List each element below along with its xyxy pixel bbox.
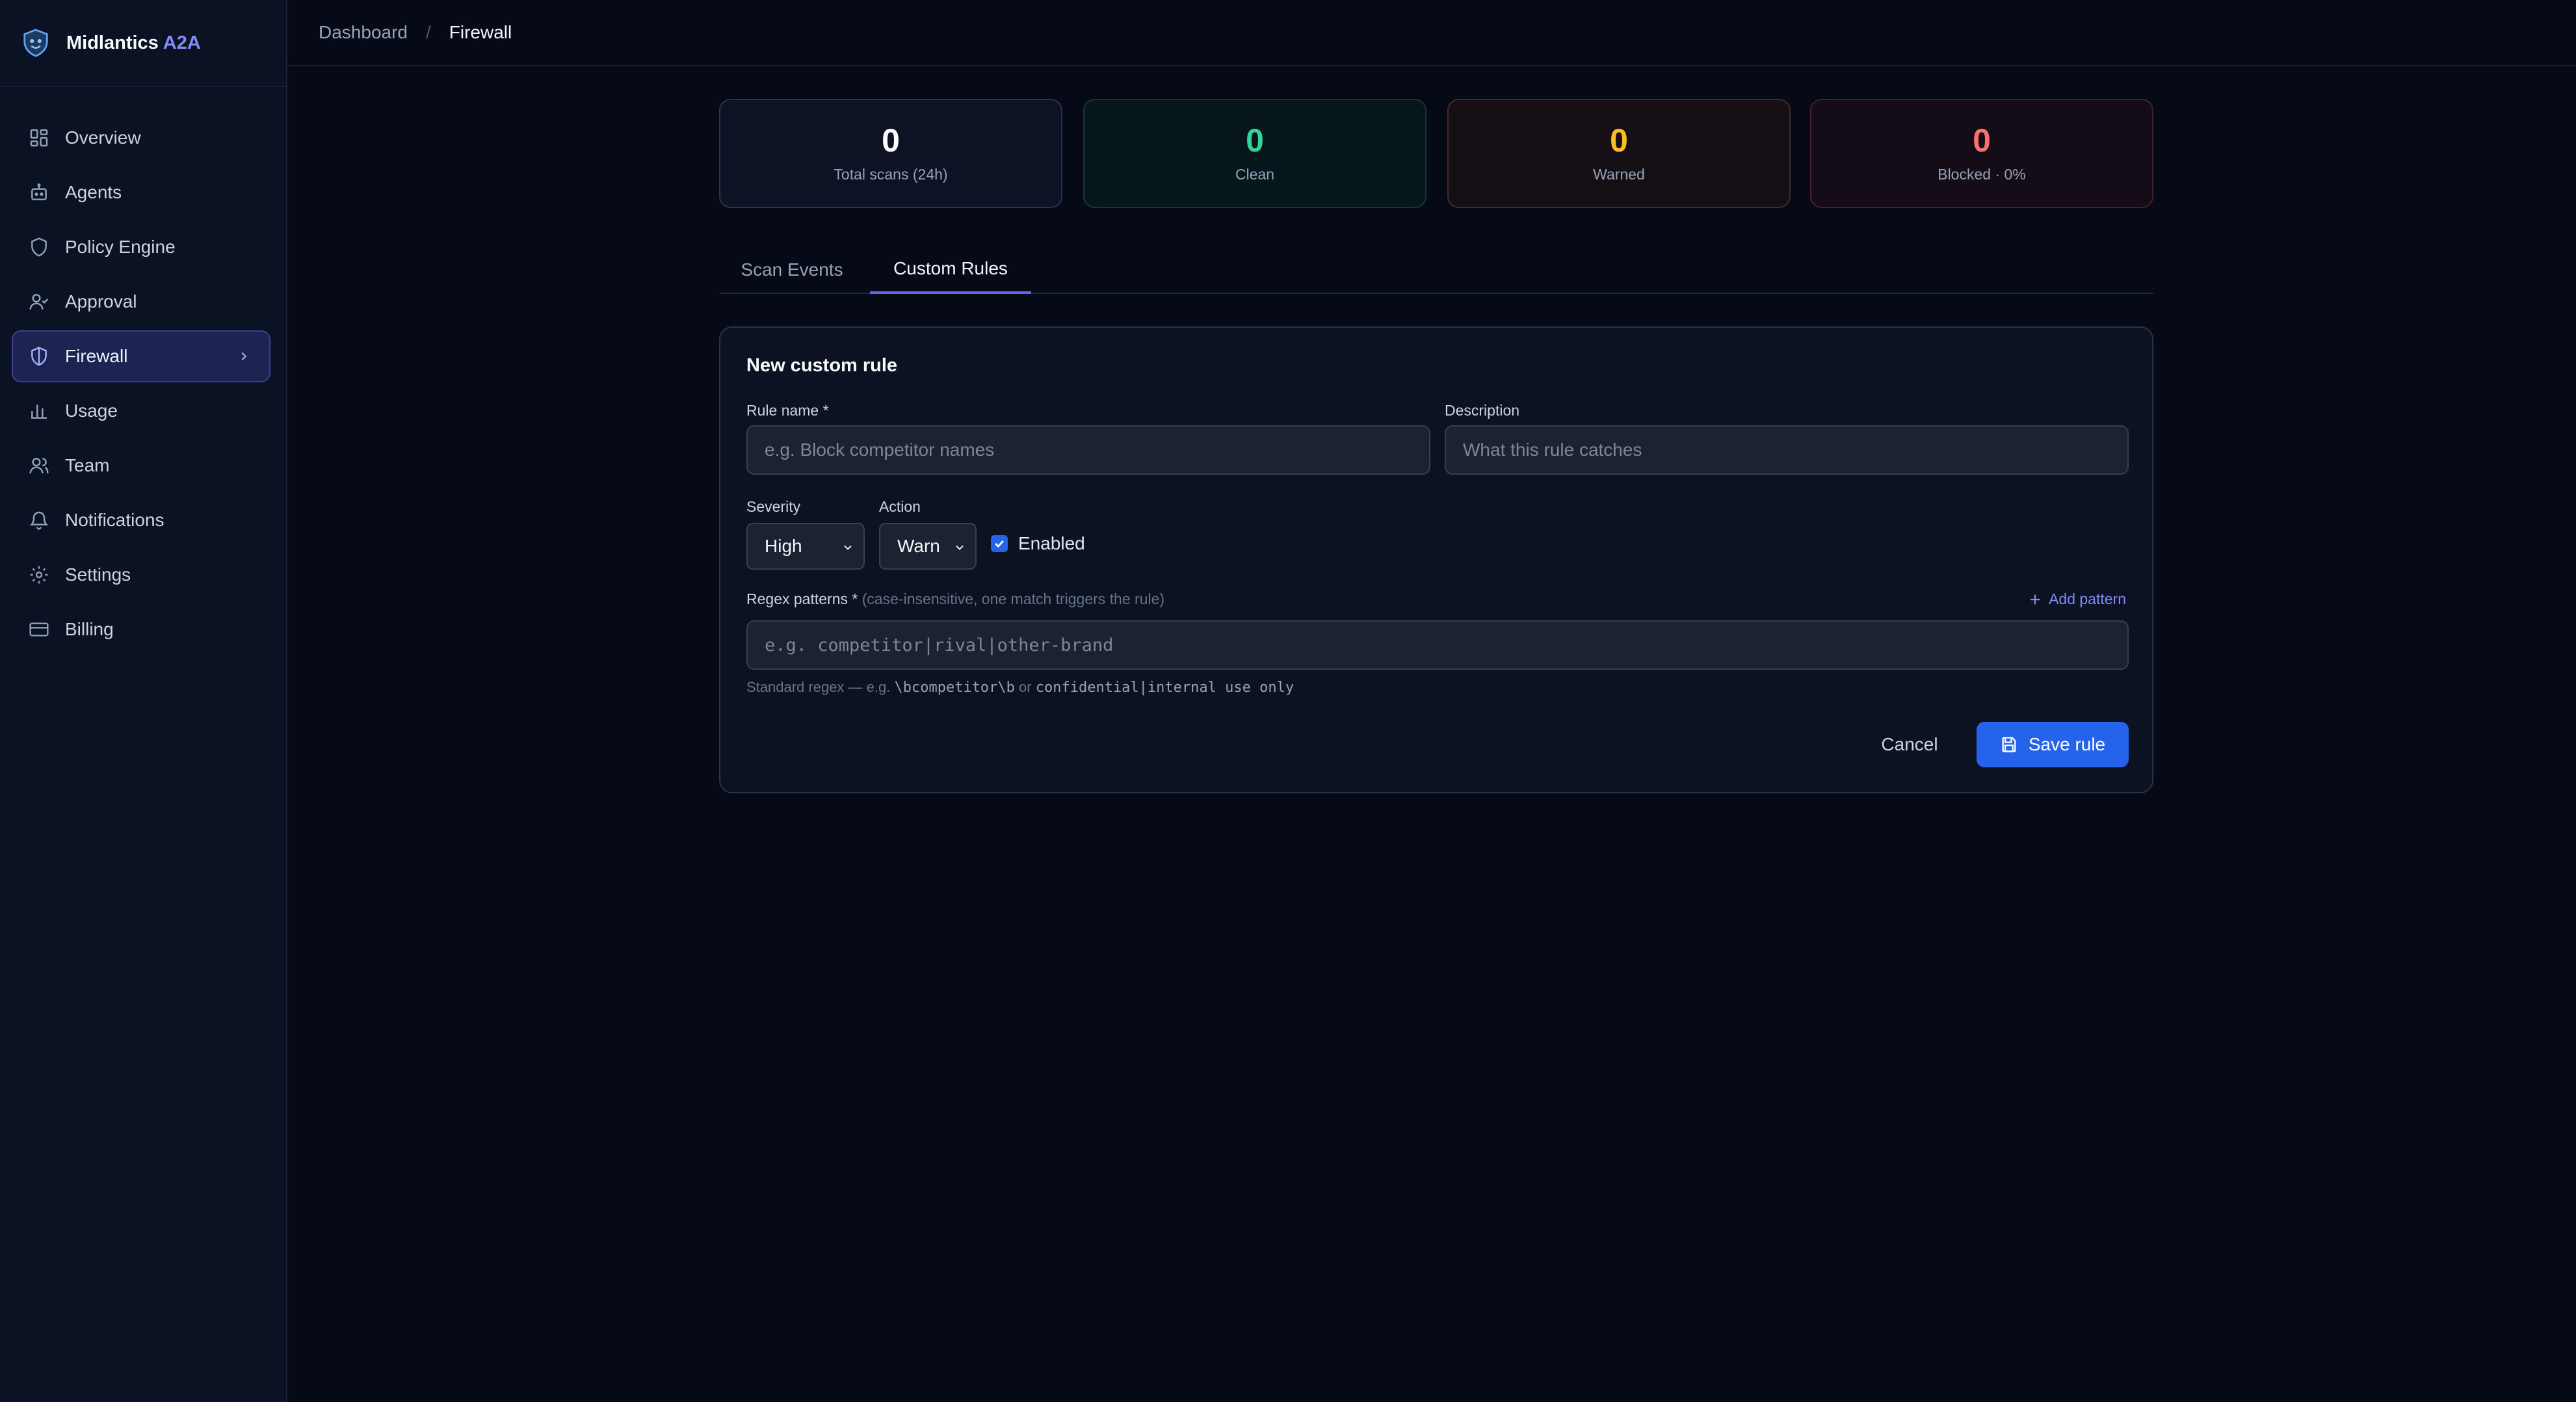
sidebar-item-settings[interactable]: Settings bbox=[12, 549, 270, 601]
sidebar-item-label: Usage bbox=[65, 401, 118, 421]
plus-icon bbox=[2030, 594, 2040, 604]
enabled-toggle[interactable]: Enabled bbox=[991, 533, 1085, 554]
sidebar-item-label: Billing bbox=[65, 619, 114, 639]
user-check-icon bbox=[29, 294, 49, 310]
stat-label: Blocked · 0% bbox=[1938, 165, 2026, 183]
stat-value: 0 bbox=[1610, 122, 1628, 159]
add-pattern-label: Add pattern bbox=[2049, 590, 2126, 607]
sidebar-item-usage[interactable]: Usage bbox=[12, 385, 270, 437]
new-custom-rule-card: New custom rule Rule name * Description … bbox=[719, 326, 2153, 793]
regex-patterns-label: Regex patterns * (case-insensitive, one … bbox=[746, 590, 1165, 607]
shield-face-icon bbox=[23, 29, 48, 57]
sidebar-item-policy-engine[interactable]: Policy Engine bbox=[12, 221, 270, 273]
severity-value: High bbox=[765, 536, 802, 556]
firewall-tabs: Scan Events Custom Rules bbox=[719, 246, 2153, 294]
severity-select[interactable]: High bbox=[746, 523, 865, 570]
severity-label: Severity bbox=[746, 498, 801, 515]
checkmark-icon bbox=[995, 540, 1004, 548]
shield-half-icon bbox=[31, 347, 47, 366]
sidebar-item-label: Approval bbox=[65, 291, 137, 311]
card-title: New custom rule bbox=[746, 355, 898, 376]
sidebar-item-label: Firewall bbox=[65, 346, 128, 366]
rule-name-input[interactable] bbox=[746, 425, 1430, 475]
brand-name: Midlantics A2A bbox=[66, 32, 201, 53]
stat-label: Clean bbox=[1235, 165, 1275, 183]
rule-name-label: Rule name * bbox=[746, 402, 829, 419]
stats-row: 0 Total scans (24h) 0 Clean 0 Warned 0 B… bbox=[719, 99, 2153, 208]
sidebar-item-label: Agents bbox=[65, 182, 122, 202]
action-value: Warn bbox=[897, 536, 940, 556]
credit-card-icon bbox=[29, 622, 49, 637]
shield-icon bbox=[31, 237, 47, 257]
chevron-right-icon bbox=[241, 352, 247, 361]
save-rule-label: Save rule bbox=[2028, 734, 2106, 754]
stat-value: 0 bbox=[1973, 122, 1991, 159]
add-pattern-button[interactable]: Add pattern bbox=[2028, 590, 2126, 608]
robot-icon bbox=[31, 183, 47, 200]
stat-value: 0 bbox=[882, 122, 900, 159]
sidebar: Midlantics A2A Overview Agents Policy En… bbox=[0, 0, 287, 1402]
breadcrumb-dashboard-link[interactable]: Dashboard bbox=[319, 22, 408, 43]
breadcrumb-current: Firewall bbox=[449, 22, 512, 42]
stat-card-blocked: 0 Blocked · 0% bbox=[1810, 99, 2153, 208]
users-icon bbox=[29, 458, 49, 474]
grid-icon bbox=[30, 129, 48, 147]
enabled-checkbox[interactable] bbox=[991, 535, 1008, 552]
tab-scan-events[interactable]: Scan Events bbox=[719, 246, 865, 294]
stat-label: Total scans (24h) bbox=[834, 165, 948, 183]
stat-card-clean: 0 Clean bbox=[1083, 99, 1426, 208]
sidebar-item-label: Overview bbox=[65, 127, 141, 148]
chevron-down-icon bbox=[844, 545, 852, 550]
sidebar-item-label: Policy Engine bbox=[65, 237, 176, 257]
sidebar-item-label: Settings bbox=[65, 564, 131, 585]
breadcrumb: Dashboard / Firewall bbox=[289, 0, 2576, 66]
stat-value: 0 bbox=[1246, 122, 1264, 159]
sidebar-item-notifications[interactable]: Notifications bbox=[12, 494, 270, 546]
sidebar-item-firewall[interactable]: Firewall bbox=[12, 330, 270, 382]
enabled-label: Enabled bbox=[1018, 533, 1085, 553]
action-label: Action bbox=[879, 498, 921, 515]
chevron-down-icon bbox=[956, 545, 964, 550]
tab-custom-rules[interactable]: Custom Rules bbox=[870, 246, 1031, 294]
sidebar-item-approval[interactable]: Approval bbox=[12, 276, 270, 328]
description-input[interactable] bbox=[1445, 425, 2129, 475]
bell-icon bbox=[29, 511, 49, 530]
gear-icon bbox=[30, 566, 48, 584]
stat-card-total-scans: 0 Total scans (24h) bbox=[719, 99, 1062, 208]
sidebar-item-label: Team bbox=[65, 455, 110, 475]
bar-chart-icon bbox=[31, 404, 47, 419]
cancel-button[interactable]: Cancel bbox=[1869, 722, 1951, 767]
sidebar-item-overview[interactable]: Overview bbox=[12, 112, 270, 164]
sidebar-item-label: Notifications bbox=[65, 510, 164, 530]
breadcrumb-separator: / bbox=[425, 22, 431, 42]
action-select[interactable]: Warn bbox=[879, 523, 977, 570]
sidebar-nav: Overview Agents Policy Engine Approval F… bbox=[0, 87, 286, 655]
save-rule-button[interactable]: Save rule bbox=[1977, 722, 2129, 767]
sidebar-item-agents[interactable]: Agents bbox=[12, 166, 270, 218]
regex-patterns-hint: (case-insensitive, one match triggers th… bbox=[861, 590, 1165, 607]
description-label: Description bbox=[1445, 402, 1520, 419]
save-icon bbox=[2002, 737, 2016, 752]
regex-helper-text: Standard regex — e.g. \bcompetitor\b or … bbox=[746, 679, 1295, 696]
regex-pattern-input[interactable] bbox=[746, 620, 2129, 670]
brand[interactable]: Midlantics A2A bbox=[0, 0, 286, 87]
sidebar-item-billing[interactable]: Billing bbox=[12, 603, 270, 655]
stat-label: Warned bbox=[1593, 165, 1645, 183]
stat-card-warned: 0 Warned bbox=[1447, 99, 1791, 208]
sidebar-item-team[interactable]: Team bbox=[12, 440, 270, 492]
